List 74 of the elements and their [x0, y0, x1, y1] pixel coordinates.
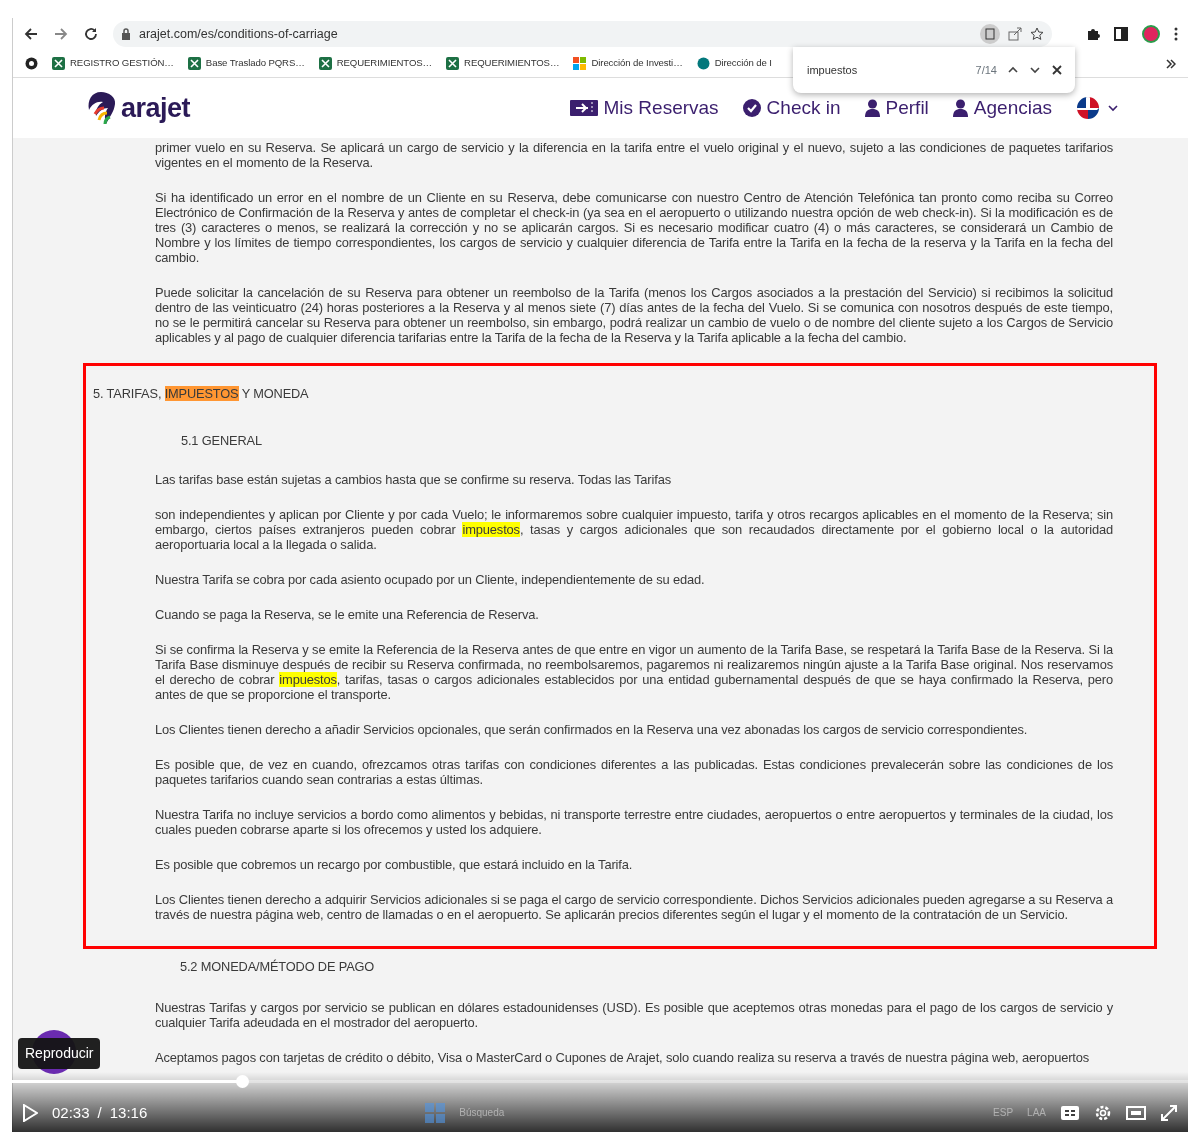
windows-logo-icon: [425, 1102, 446, 1123]
person-icon: [952, 99, 968, 117]
paragraph: Las tarifas base están sujetas a cambios hasta que se confirme su reserva. Todas las Tarifas: [155, 472, 672, 487]
find-field[interactable]: impuestos: [805, 60, 925, 80]
spreadsheet-icon: [52, 57, 65, 70]
chevron-down-icon[interactable]: [1029, 64, 1041, 76]
bookmark[interactable]: Dirección de Investi…: [573, 56, 683, 71]
tooltip: Reproducir: [18, 1038, 101, 1069]
airplane-ticket-icon: [569, 100, 598, 116]
logo-wordmark: arajet: [121, 91, 191, 125]
match-count: 7/14: [975, 62, 997, 78]
star-icon[interactable]: [1030, 27, 1044, 41]
paragraph: Es posible que cobremos un recargo por combustible, que estará incluido en la Tarifa.: [155, 857, 634, 872]
spreadsheet-icon: [446, 57, 460, 70]
paragraph: Los Clientes tienen derecho a adquirir Servicios adicionales si se paga el cargo de servicio correspondiente. Dichos Servicios adicionales pueden agregarse a su Reserva a través de nuestra página web, centro de llamadas o en el aeropuerto. Se aplicarán precios diferentes según el lugar y el momento de la contratación de un Servicio.: [155, 892, 1113, 922]
close-icon[interactable]: [1051, 64, 1063, 76]
paragraph: Si ha identificado un error en el nombre de un Cliente en su Reserva, debe comunicarse con nuestro Centro de Atención Telefónica tan pronto como reciba su Correo Electrónico de Confirmación de la Reserva y antes de completar el check-in (ya sea en el aeropuerto o utilizando nuestra opción de web check-in). Si la modificación es de tres (3) caracteres o menos, se realizará la corrección y no se aplicarán cargos. Si es necesario modificar cuatro (4) o más caracteres, se considerará un Cambio de Nombre y los límites de tiempo correspondientes, los cargos de servicio y cualquier diferencia de Tarifa entre la Tarifa en la fecha de la reserva y la Tarifa en la fecha del cambio.: [155, 190, 1113, 265]
paragraph: primer vuelo en su Reserva. Se aplicará un cargo de servicio y la diferencia en la tarifa entre el vuelo original y el nuevo, sujeto a las condiciones de paquetes tarifarios vigentes en el momento de la Reserva.: [155, 140, 1113, 170]
settings-icon[interactable]: [1094, 1103, 1112, 1122]
paragraph: Los Clientes tienen derecho a añadir Servicios opcionales, que serán confirmados en la Reserva una vez abonadas los cargos de servicio correspondientes.: [155, 722, 1029, 737]
time-separator: /: [97, 1102, 102, 1123]
url-text: arajet.com/es/conditions-of-carriage: [139, 25, 338, 43]
play-icon[interactable]: [22, 1103, 38, 1122]
address-bar[interactable]: arajet.com/es/conditions-of-carriage: [113, 21, 1052, 47]
paragraph: Nuestras Tarifas y cargos por servicio se publican en dólares estadounidenses (USD). Es posible que aceptemos otras monedas para el pago de los cargos de servicio y cualquier Tarifa adeudada en el mostrador del aeropuerto.: [155, 1000, 1113, 1030]
paragraph: Nuestra Tarifa no incluye servicios a bordo como alimentos y bebidas, ni transporte terrestre entre ciudades, aeropuertos o entre aeropuertos y terminales de la ciudad, los cuales pueden cobrarse aparte si los ofrecemos y usted los adquiere.: [155, 807, 1113, 837]
paragraph: Aceptamos pagos con tarjetas de crédito o débito, Visa o MasterCard o Cupones de Arajet, solo cuando realiza su reserva a través de nuestra página web, aeropuertos: [155, 1050, 1091, 1065]
section-heading: 5. TARIFAS, IMPUESTOS Y MONEDA: [93, 386, 310, 401]
person-icon: [864, 99, 880, 117]
fullscreen-icon[interactable]: [1160, 1103, 1178, 1122]
bookmark[interactable]: Base Traslado PQRS…: [187, 56, 305, 71]
spreadsheet-icon: [318, 57, 332, 70]
menu-icon[interactable]: [1174, 27, 1178, 41]
paragraph: son independientes y aplican por Cliente y por cada Vuelo; le informaremos sobre cualquier impuesto, tarifa y otros recargos aplicables en el momento de la Reserva; sin embargo, ciertos países extranjeros pueden cobrar impuestos, tasas y cargos adicionales que son recaudados directamente por el gobierno local o la autoridad aeroportuaria local a la llegada o salida.: [155, 507, 1113, 552]
bookmark[interactable]: REQUERIMIENTOS…: [446, 56, 560, 71]
language-indicator: ESP: [993, 1106, 1014, 1121]
paragraph: Si se confirma la Reserva y se emite la Referencia de la Reserva antes de que entre en vigor un aumento de la Tarifa Base, se respetará la Tarifa Base de la Reserva. Si la Tarifa Base disminuye después de recibir su Reserva confirmada, no reembolsaremos, pagaremos ni realizaremos ningún ajuste a la Tarifa Base original. Nos reservamos el derecho de cobrar impuestos, tarifas, tasas o cargos adicionales establecidos por una entidad gubernamental después de que se haya confirmado la Reserva, pero antes de que se proporcione el transporte.: [155, 642, 1113, 702]
flag-icon: [1076, 96, 1100, 120]
share-icon[interactable]: [1008, 27, 1022, 41]
apps-icon[interactable]: [25, 57, 38, 70]
reader-icon[interactable]: [980, 24, 1000, 44]
back-icon[interactable]: [23, 26, 39, 42]
spreadsheet-icon: [187, 57, 201, 70]
nav-link[interactable]: Perfil: [864, 93, 929, 123]
reload-icon[interactable]: [83, 26, 99, 42]
nav-link[interactable]: Agencias: [952, 93, 1052, 123]
bookmark[interactable]: Dirección de I: [696, 56, 772, 71]
keyboard-layout: LAA: [1027, 1106, 1046, 1121]
paragraph: Puede solicitar la cancelación de su Reserva para obtener un reembolso de la Tarifa (menos los Cargos asociados a la prestación del Servicio) si recibimos la solicitud dentro de las veinticuatro (24) horas posteriores a la Reserva y al menos siete (7) días antes de la fecha del Vuelo. Si se comunica con nosotros después de este tiempo, no se le permitirá cancelar su Reserva para obtener un reembolso, sin embargo, podrá realizar un cambio de vuelo o de nombre del cliente sujeto a los Cargos de Servicio aplicables y al pago de cualquier diferencia tarifarias entre la Tarifa de la fecha de la Reserva y la Tarifa aplicable a la fecha del cambio.: [155, 285, 1113, 345]
progress-track[interactable]: [12, 1075, 1188, 1088]
profile-avatar-icon[interactable]: [1142, 25, 1160, 43]
sidebar-icon[interactable]: [1114, 27, 1128, 41]
paragraph: Es posible que, de vez en cuando, ofrezcamos otras tarifas con condiciones diferentes a las publicadas. Estas condiciones prevalecerán sobre las condiciones de los paquetes tarifarios cuando sean contrarias a estas últimas.: [155, 757, 1113, 787]
language-selector[interactable]: [1076, 96, 1118, 120]
bookmark[interactable]: REQUERIMIENTOS…: [318, 56, 433, 71]
chevron-double-icon[interactable]: [1166, 58, 1176, 69]
nav-link[interactable]: Mis Reservas: [569, 93, 719, 123]
paragraph: Nuestra Tarifa se cobra por cada asiento ocupado por un Cliente, independientemente de su edad.: [155, 572, 706, 587]
current-time: 02:33: [52, 1102, 90, 1123]
taskbar-search: Búsqueda: [459, 1106, 505, 1121]
lock-icon: [121, 28, 131, 40]
subsection-heading: 5.2 MONEDA/MÉTODO DE PAGO: [180, 959, 376, 974]
bookmark[interactable]: REGISTRO GESTIÓN…: [52, 56, 174, 71]
theater-mode-icon[interactable]: [1126, 1105, 1146, 1120]
site-icon: [696, 57, 710, 70]
nav-link[interactable]: Check in: [742, 93, 841, 123]
check-circle-icon: [742, 99, 761, 117]
video-duration: 13:16: [109, 1102, 148, 1123]
puzzle-icon[interactable]: [1086, 27, 1100, 41]
chevron-down-icon: [1108, 104, 1118, 112]
tiles-icon: [573, 57, 587, 70]
subsection-heading: 5.1 GENERAL: [181, 433, 263, 448]
forward-icon[interactable]: [53, 26, 69, 42]
paragraph: Cuando se paga la Reserva, se le emite una Referencia de Reserva.: [155, 607, 540, 622]
